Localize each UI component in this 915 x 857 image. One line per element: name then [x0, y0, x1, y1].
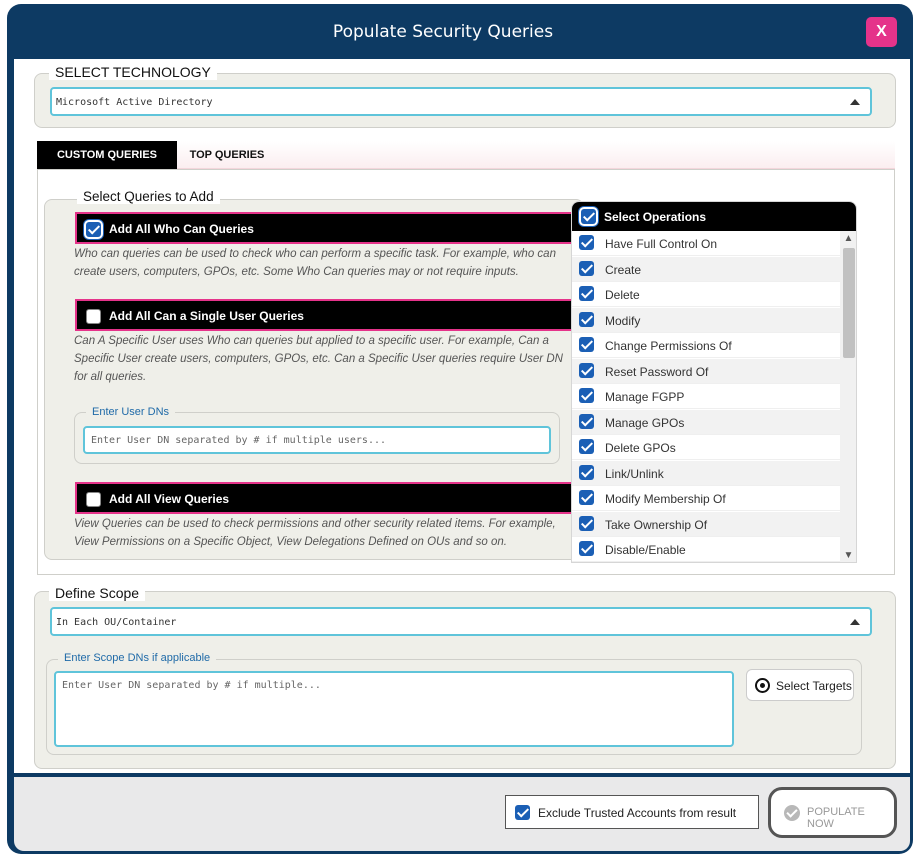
query-tabs: CUSTOM QUERIES TOP QUERIES — [37, 141, 895, 169]
who-can-checkbox[interactable] — [86, 222, 101, 237]
select-all-operations-checkbox[interactable] — [581, 209, 596, 224]
view-queries-label: Add All View Queries — [109, 492, 230, 506]
operation-row[interactable]: Change Permissions Of — [572, 333, 840, 358]
target-icon — [755, 678, 770, 693]
tab-custom-queries[interactable]: CUSTOM QUERIES — [37, 141, 177, 169]
operation-label: Take Ownership Of — [605, 517, 708, 532]
operation-row[interactable]: Create — [572, 256, 840, 282]
operation-label: Change Permissions Of — [605, 339, 732, 353]
operation-row[interactable]: Delete — [572, 282, 840, 307]
dialog-title: Populate Security Queries — [332, 22, 554, 42]
operation-checkbox[interactable] — [579, 541, 594, 556]
dialog-titlebar: Populate Security Queries X — [7, 4, 913, 59]
operation-checkbox[interactable] — [579, 362, 594, 378]
scope-selected-value: In Each OU/Container — [56, 617, 177, 628]
exclude-trusted-label: Exclude Trusted Accounts from result — [538, 806, 737, 820]
operation-checkbox[interactable] — [579, 388, 594, 403]
scroll-thumb[interactable] — [843, 248, 855, 358]
dialog-content: SELECT TECHNOLOGY Microsoft Active Direc… — [14, 59, 910, 773]
technology-select[interactable]: Microsoft Active Directory — [50, 87, 872, 116]
caret-up-icon — [850, 619, 860, 625]
operations-header-label: Select Operations — [604, 210, 707, 224]
operations-items: Have Full Control On Create Delete Modify Ch… — [572, 231, 840, 562]
single-user-queries-bar[interactable]: Add All Can a Single User Queries — [75, 299, 573, 331]
populate-now-label: POPULATE NOW — [807, 806, 865, 830]
technology-legend: SELECT TECHNOLOGY — [49, 64, 217, 80]
technology-selected-value: Microsoft Active Directory — [56, 97, 213, 108]
operations-list: Select Operations Have Full Control On Cr… — [571, 201, 857, 563]
operation-label: Reset Password Of — [605, 364, 709, 379]
select-targets-label: Select Targets — [776, 679, 852, 693]
who-can-label: Add All Who Can Queries — [109, 222, 254, 236]
operation-row[interactable]: Delete GPOs — [572, 435, 840, 460]
operation-checkbox[interactable] — [579, 413, 594, 429]
operation-checkbox[interactable] — [579, 337, 594, 352]
operation-row[interactable]: Link/Unlink — [572, 460, 840, 486]
close-button[interactable]: X — [866, 17, 897, 47]
populate-now-button[interactable]: POPULATE NOW — [768, 787, 897, 838]
scope-legend: Define Scope — [49, 585, 146, 601]
operation-row[interactable]: Modify — [572, 307, 840, 333]
who-can-queries-bar[interactable]: Add All Who Can Queries — [75, 212, 573, 244]
operation-row[interactable]: Reset Password Of — [572, 358, 840, 384]
user-dns-input[interactable]: Enter User DN separated by # if multiple… — [83, 426, 551, 454]
operation-label: Create — [605, 262, 642, 277]
single-user-description: Can A Specific User uses Who can queries… — [74, 335, 563, 383]
operation-label: Manage GPOs — [605, 415, 685, 430]
single-user-label: Add All Can a Single User Queries — [109, 309, 304, 323]
operations-scrollbar[interactable]: ▲ ▼ — [840, 231, 856, 562]
operation-checkbox[interactable] — [579, 464, 594, 480]
scroll-down-icon[interactable]: ▼ — [840, 548, 856, 562]
operation-row[interactable]: Take Ownership Of — [572, 511, 840, 537]
select-queries-legend: Select Queries to Add — [77, 189, 220, 204]
operation-label: Modify Membership Of — [605, 492, 726, 506]
operation-label: Delete GPOs — [605, 441, 676, 455]
single-user-checkbox[interactable] — [86, 309, 101, 324]
caret-up-icon — [850, 99, 860, 105]
operation-checkbox[interactable] — [579, 286, 594, 301]
view-queries-description: View Queries can be used to check permis… — [74, 518, 556, 548]
operation-row[interactable]: Modify Membership Of — [572, 486, 840, 511]
populate-security-queries-dialog: Populate Security Queries X SELECT TECHN… — [7, 4, 913, 854]
operation-label: Link/Unlink — [605, 466, 664, 481]
operation-checkbox[interactable] — [579, 311, 594, 327]
operation-label: Modify — [605, 313, 641, 328]
operation-row[interactable]: Manage GPOs — [572, 409, 840, 435]
operation-row[interactable]: Disable/Enable — [572, 537, 840, 562]
operation-label: Manage FGPP — [605, 390, 685, 404]
user-dns-legend: Enter User DNs — [86, 406, 176, 418]
operation-checkbox[interactable] — [579, 235, 594, 250]
operation-label: Delete — [605, 288, 640, 302]
view-queries-checkbox[interactable] — [86, 492, 101, 507]
operation-row[interactable]: Manage FGPP — [572, 384, 840, 409]
operations-header[interactable]: Select Operations — [572, 202, 856, 231]
select-targets-button[interactable]: Select Targets — [746, 669, 854, 701]
operation-checkbox[interactable] — [579, 439, 594, 454]
exclude-trusted-option[interactable]: Exclude Trusted Accounts from result — [505, 795, 759, 829]
tab-top-queries[interactable]: TOP QUERIES — [177, 141, 277, 169]
scroll-up-icon[interactable]: ▲ — [840, 231, 856, 245]
scope-dns-legend: Enter Scope DNs if applicable — [58, 652, 217, 664]
operation-label: Disable/Enable — [605, 543, 686, 557]
who-can-description: Who can queries can be used to check who… — [74, 248, 556, 278]
operation-label: Have Full Control On — [605, 237, 718, 251]
dialog-footer: Exclude Trusted Accounts from result POP… — [14, 777, 910, 851]
operation-checkbox[interactable] — [579, 260, 594, 276]
scope-select[interactable]: In Each OU/Container — [50, 607, 872, 636]
scope-dns-textarea[interactable]: Enter User DN separated by # if multiple… — [54, 671, 734, 747]
scope-dns-placeholder: Enter User DN separated by # if multiple… — [62, 680, 321, 691]
operation-row[interactable]: Have Full Control On — [572, 231, 840, 256]
view-queries-bar[interactable]: Add All View Queries — [75, 482, 573, 514]
operation-checkbox[interactable] — [579, 490, 594, 505]
exclude-trusted-checkbox[interactable] — [515, 805, 530, 820]
user-dns-placeholder: Enter User DN separated by # if multiple… — [91, 435, 387, 446]
check-circle-icon — [784, 805, 800, 821]
operation-checkbox[interactable] — [579, 515, 594, 531]
